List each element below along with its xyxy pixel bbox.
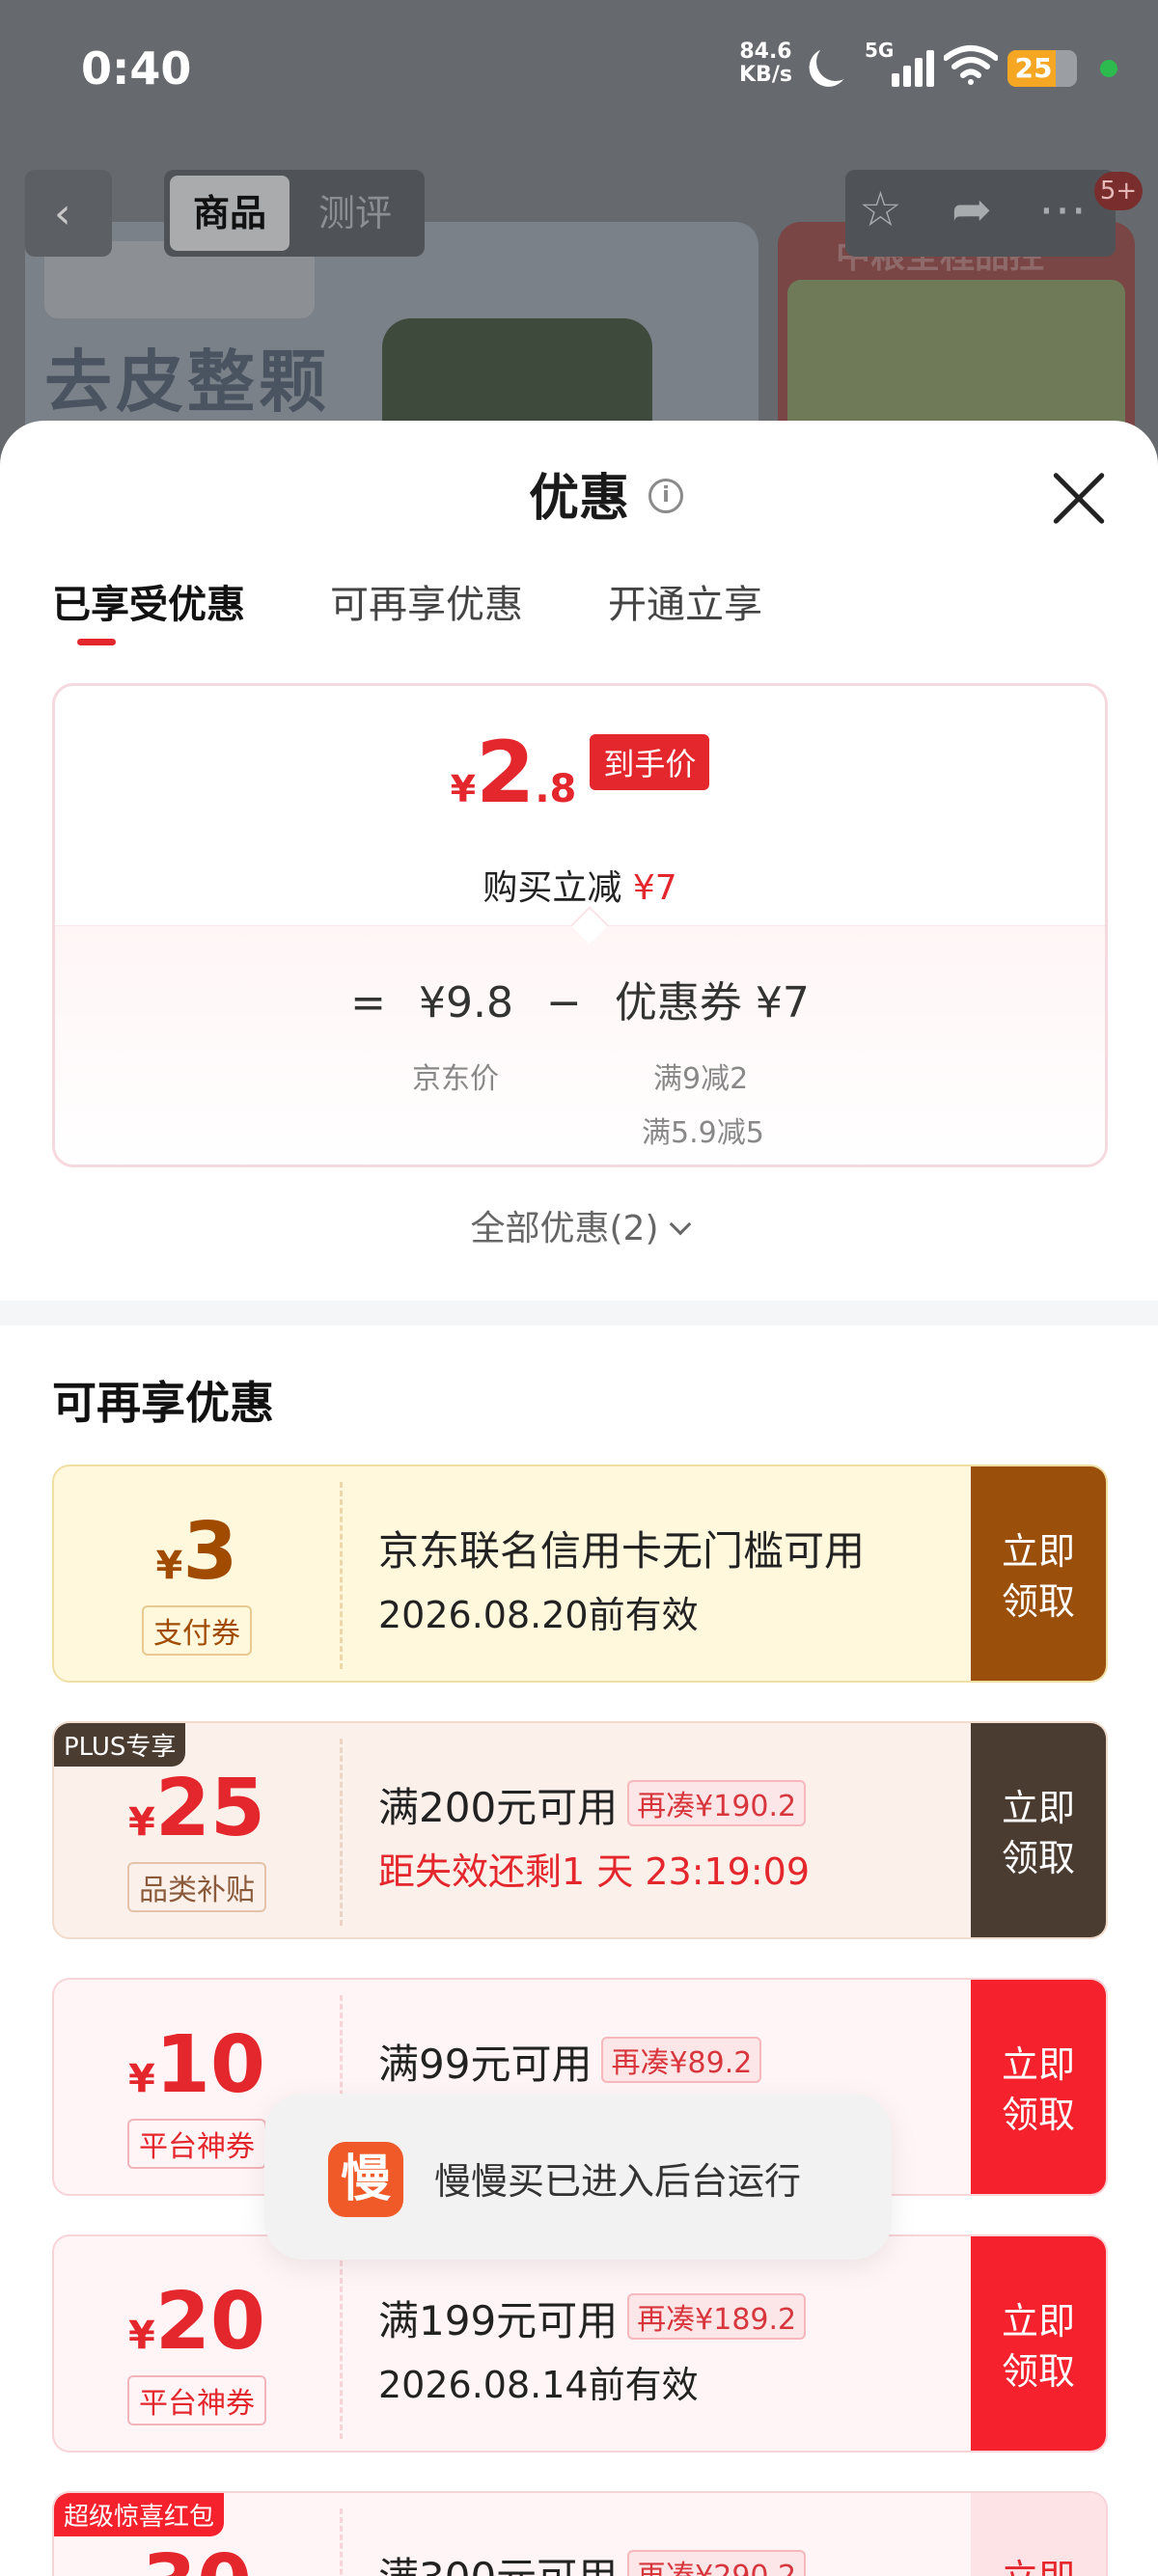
coupon-value: ¥20 平台神券 [54,2236,340,2451]
plus-badge: PLUS专享 [54,1723,186,1767]
active-tab-indicator [77,639,116,645]
formula-coupon: 优惠券 ¥7 [614,978,810,1028]
coupon-condition: 满99元可用 [378,2041,593,2088]
coupon-currency: ¥ [128,2057,155,2101]
coupon-gap-tag: 再凑¥189.2 [627,2293,807,2340]
star-icon[interactable]: ☆ [859,181,902,237]
coupon-card: ¥20 平台神券 满199元可用 再凑¥189.2 2026.08.14前有效 立… [52,2234,1108,2453]
chevron-left-icon: ‹ [54,189,71,238]
share-icon[interactable]: ➦ [951,181,992,237]
tab-enjoyed-discounts[interactable]: 已享受优惠 [52,573,245,629]
formula-minus: − [545,978,582,1028]
coupon-type: 品类补贴 [127,1862,266,1912]
side-banner: 中粮全程品控 [778,222,1135,453]
price-decimal: .8 [535,767,577,811]
toast-message: 慢慢买已进入后台运行 [434,2160,802,2203]
battery-level: 25 [1014,52,1053,84]
coupon-amount: 10 [154,2019,265,2111]
claim-coupon-button[interactable]: 立即 领取 [971,1466,1106,1681]
product-image-text: 去皮整颗 [44,343,330,422]
claim-coupon-button[interactable]: 立即 [971,2493,1106,2576]
coupon-currency: ¥ [128,1800,155,1845]
section-title: 可再享优惠 [52,1377,274,1429]
reduction-amount: ¥7 [632,868,677,908]
network-type: 5G [865,39,895,62]
coupon-validity: 2026.08.14前有效 [378,2364,699,2406]
claim-coupon-button[interactable]: 立即 领取 [971,1980,1106,2194]
formula-base-price: ¥9.8 [419,978,513,1028]
close-icon[interactable] [1050,469,1108,527]
coupon-rule-2: 满5.9减5 [642,1116,764,1150]
status-time: 0:40 [81,42,192,95]
net-speed-unit: KB/s [739,63,792,87]
product-image: 去皮整颗 [25,222,758,453]
price-formula: = ¥9.8 − 优惠券 ¥7 [55,968,1105,1029]
coupon-validity: 2026.08.20前有效 [378,1594,699,1636]
net-speed: 84.6 KB/s [739,41,792,87]
top-actions: ☆ ➦ ⋯ [845,170,1116,257]
tab-activate-discounts[interactable]: 开通立享 [608,573,762,629]
section-divider [0,1301,1158,1326]
tab-more-discounts[interactable]: 可再享优惠 [330,573,523,629]
coupon-value: ¥3 支付券 [54,1466,340,1681]
tab-review[interactable]: 测评 [318,176,392,251]
coupon-rule-1: 满9减2 [653,1062,749,1096]
battery-icon: 25 [1007,50,1077,87]
coupon-amount: 30 [142,2538,252,2576]
sheet-title: 优惠 [528,470,629,528]
coupon-countdown: 距失效还剩1 天 23:19:09 [378,1850,811,1893]
back-button[interactable]: ‹ [25,170,112,257]
background-product-page: 0:40 84.6 KB/s 5G 25 去皮整颗 中粮全程品控 [0,0,1158,453]
coupon-gap-tag: 再凑¥290.2 [627,2550,807,2576]
coupon-gap-tag: 再凑¥190.2 [627,1780,807,1826]
coupon-card: 30 超级惊喜红包 满300元可用再凑¥290.2 立即 [52,2491,1108,2576]
coupon-amount: 25 [154,1763,265,1854]
all-deals-label: 全部优惠(2) [470,1209,659,1248]
coupon-gap-tag: 再凑¥89.2 [601,2037,762,2083]
all-deals-toggle[interactable]: 全部优惠(2) [0,1200,1158,1250]
claim-coupon-button[interactable]: 立即 领取 [971,2236,1106,2451]
do-not-disturb-icon [811,37,860,86]
formula-equals: = [350,978,387,1028]
wifi-icon [944,45,998,85]
coupon-amount: 3 [182,1506,238,1598]
coupon-card: ¥25 品类补贴 PLUS专享 满200元可用 再凑¥190.2 距失效还剩1 天… [52,1721,1108,1939]
coupon-condition: 满199元可用 [378,2297,619,2344]
coupon-condition: 满300元可用 [378,2554,618,2576]
claim-coupon-button[interactable]: 立即 领取 [971,1723,1106,1937]
price-integer: 2 [476,723,536,822]
notification-badge: 5+ [1094,172,1143,210]
net-speed-value: 84.6 [739,40,792,64]
surprise-redpacket-badge: 超级惊喜红包 [54,2493,225,2536]
coupon-currency: ¥ [155,1544,183,1588]
more-icon[interactable]: ⋯ [1038,181,1087,237]
coupon-type: 支付券 [142,1605,252,1656]
coupon-condition: 满200元可用 [378,1784,619,1831]
info-icon[interactable]: i [648,479,683,513]
signal-icon: 5G [865,39,934,87]
currency-symbol: ¥ [450,768,477,810]
chevron-down-icon [669,1213,691,1236]
coupon-type: 平台神券 [127,2375,266,2425]
coupon-amount: 20 [154,2276,265,2368]
tab-product[interactable]: 商品 [170,176,290,251]
price-summary-card: ¥2.8 到手价 购买立减 ¥7 = ¥9.8 − 优惠券 ¥7 京东价 满9减2… [52,683,1108,1167]
status-bar: 0:40 84.6 KB/s 5G 25 [0,0,1158,135]
background-running-toast: 慢 慢慢买已进入后台运行 [264,2094,892,2260]
price-breakdown [55,925,1105,1165]
coupon-condition: 京东联名信用卡无门槛可用 [378,1527,866,1575]
final-price: ¥2.8 到手价 [55,723,1105,822]
instant-reduction: 购买立减 ¥7 [55,860,1105,910]
reduction-label: 购买立减 [482,868,622,908]
coupon-card: ¥3 支付券 京东联名信用卡无门槛可用 2026.08.20前有效 立即 领取 [52,1465,1108,1683]
final-price-tag: 到手价 [590,734,710,790]
coupon-type: 平台神券 [127,2119,266,2169]
product-tabs: 商品 测评 [164,170,425,257]
coupon-currency: ¥ [128,2314,155,2358]
base-price-label: 京东价 [412,1062,499,1096]
charging-dot [1100,60,1117,77]
app-icon: 慢 [328,2142,403,2217]
